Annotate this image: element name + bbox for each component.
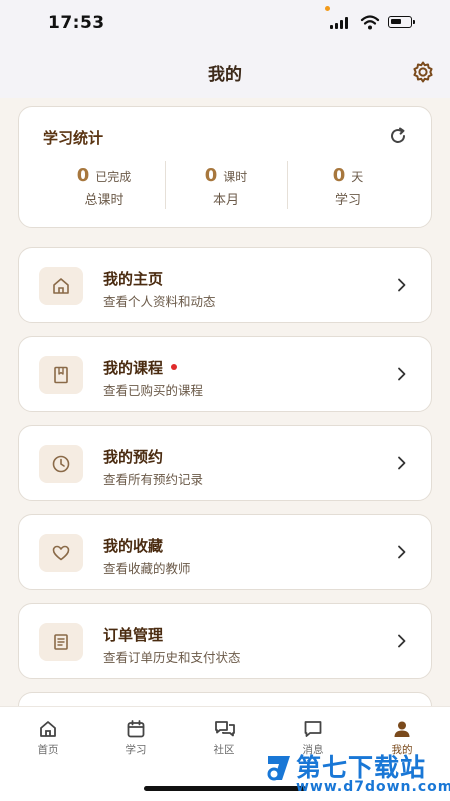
menu-item-title: 我的预约 <box>103 448 164 466</box>
tab-label: 学习 <box>125 744 147 756</box>
stat-label: 总课时 <box>84 193 124 208</box>
menu-item-subtitle: 查看收藏的教师 <box>103 561 191 576</box>
wifi-icon <box>360 15 380 30</box>
menu-item-title-text: 我的课程 <box>103 359 164 377</box>
menu-icon-box <box>39 623 83 661</box>
stat-study-days: 0天 学习 <box>287 165 409 208</box>
menu-item-subtitle: 查看个人资料和动态 <box>103 294 216 309</box>
menu-item-my-homepage[interactable]: 我的主页 查看个人资料和动态 <box>18 247 432 323</box>
tab-home[interactable]: 首页 <box>3 707 93 767</box>
book-icon <box>54 366 68 384</box>
menu-icon-box <box>39 534 83 572</box>
watermark-logo-icon <box>267 756 290 781</box>
menu-item-title: 我的主页 <box>103 270 164 288</box>
home-icon <box>53 278 69 294</box>
refresh-icon[interactable] <box>389 127 407 145</box>
status-bar: 17:53 <box>0 0 450 46</box>
header: 我的 <box>0 46 450 98</box>
heart-icon <box>52 545 70 561</box>
page-title: 我的 <box>208 65 242 85</box>
stat-value: 0 <box>332 165 346 186</box>
menu-item-title: 订单管理 <box>103 626 164 644</box>
chat-bubbles-icon <box>215 721 235 737</box>
stat-value: 0 <box>204 165 218 186</box>
home-indicator <box>144 786 306 791</box>
battery-icon <box>388 16 415 28</box>
chevron-right-icon <box>398 634 406 648</box>
status-time: 17:53 <box>48 13 105 33</box>
receipt-icon <box>54 634 68 650</box>
chevron-right-icon <box>398 367 406 381</box>
chevron-right-icon <box>398 278 406 292</box>
menu-item-order-management[interactable]: 订单管理 查看订单历史和支付状态 <box>18 603 432 679</box>
stat-this-month: 0 课时 本月 <box>165 165 287 208</box>
menu-icon-box <box>39 267 83 305</box>
menu-icon-box <box>39 356 83 394</box>
menu-item-my-favorites[interactable]: 我的收藏 查看收藏的教师 <box>18 514 432 590</box>
learning-stats-card: 学习统计 0 已完成 总课时 0 课时 本月 0天 学习 <box>18 106 432 228</box>
person-icon <box>394 721 410 737</box>
menu-item-subtitle: 查看订单历史和支付状态 <box>103 650 241 665</box>
menu-item-subtitle: 查看已购买的课程 <box>103 383 204 398</box>
calendar-icon <box>127 720 145 738</box>
cellular-signal-icon <box>330 17 350 29</box>
menu-item-my-appointments[interactable]: 我的预约 查看所有预约记录 <box>18 425 432 501</box>
stat-unit: 已完成 <box>95 170 132 184</box>
privacy-indicator-dot <box>325 6 330 11</box>
menu-item-subtitle: 查看所有预约记录 <box>103 472 204 487</box>
stat-label: 学习 <box>334 193 361 208</box>
chevron-right-icon <box>398 545 406 559</box>
tab-label: 社区 <box>213 744 235 756</box>
menu-icon-box <box>39 445 83 483</box>
chevron-right-icon <box>398 456 406 470</box>
settings-gear-icon[interactable] <box>410 59 436 85</box>
stat-unit: 天 <box>351 170 364 184</box>
stat-total-lessons: 0 已完成 总课时 <box>43 165 165 208</box>
tab-study[interactable]: 学习 <box>91 707 181 767</box>
home-icon <box>40 721 56 737</box>
watermark-url: www.d7down.com <box>296 779 450 795</box>
stat-value: 0 <box>76 165 90 186</box>
stat-label: 本月 <box>212 193 239 208</box>
tab-community[interactable]: 社区 <box>179 707 269 767</box>
stats-title: 学习统计 <box>43 129 104 147</box>
menu-item-title: 我的课程 <box>103 357 178 378</box>
message-icon <box>304 721 322 737</box>
notification-badge-dot <box>171 363 178 370</box>
menu-item-title: 我的收藏 <box>103 537 164 555</box>
tab-label: 首页 <box>37 744 59 756</box>
stat-unit: 课时 <box>223 170 248 184</box>
menu-item-my-courses[interactable]: 我的课程 查看已购买的课程 <box>18 336 432 412</box>
clock-icon <box>52 455 70 473</box>
